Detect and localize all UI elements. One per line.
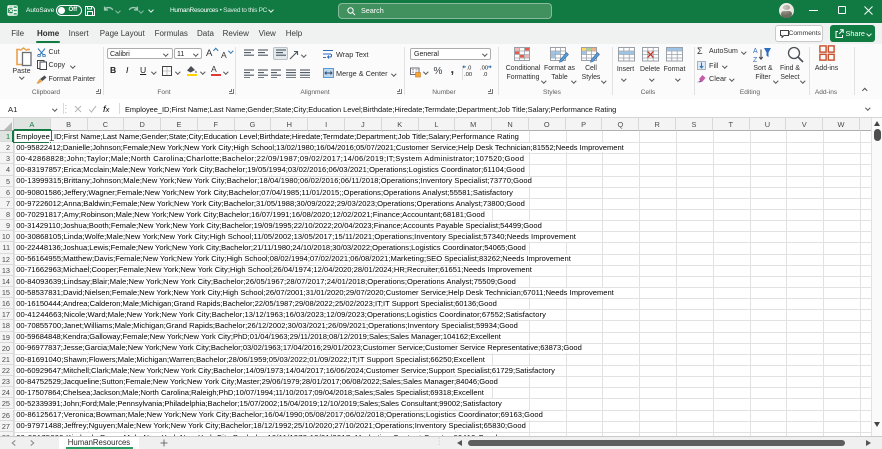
svg-text:A: A [753, 48, 758, 55]
svg-text:.00: .00 [464, 72, 472, 77]
svg-text:Z: Z [753, 57, 758, 63]
svg-text:.00: .00 [480, 66, 488, 72]
svg-text:.0: .0 [483, 72, 488, 77]
svg-text:.0: .0 [467, 66, 472, 72]
